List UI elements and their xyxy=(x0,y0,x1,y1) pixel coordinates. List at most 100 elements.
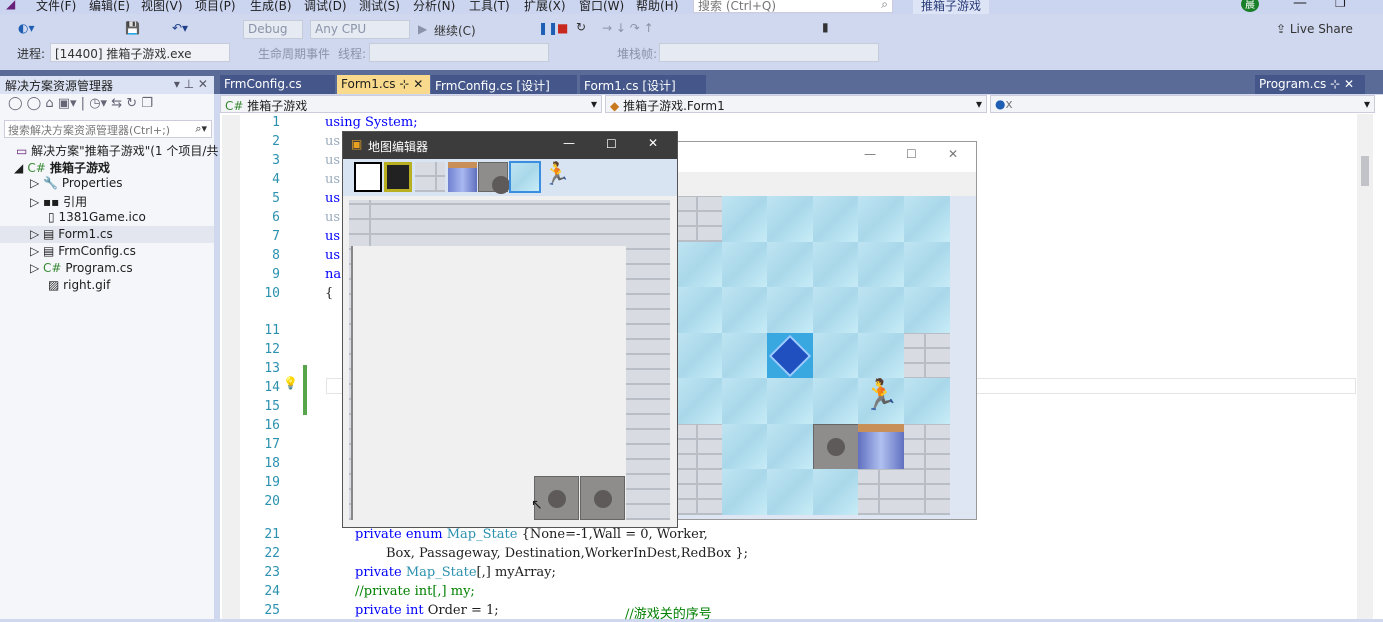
tree-label: 引用 xyxy=(63,195,88,209)
code-text: private xyxy=(355,565,406,580)
menu-tools[interactable]: 工具(T) xyxy=(469,0,510,14)
stop-icon[interactable]: ■ xyxy=(557,21,568,35)
floor-cell xyxy=(812,241,859,288)
menu-debug[interactable]: 调试(D) xyxy=(304,0,347,14)
code-text: Order = 1; xyxy=(427,603,499,618)
menu-extensions[interactable]: 扩展(X) xyxy=(524,0,566,14)
map-editor-window[interactable]: ▣ 地图编辑器 — ☐ ✕ 🏃 xyxy=(342,131,678,528)
close-icon[interactable]: ▾ ⊥ ✕ xyxy=(174,77,208,91)
floor-cell xyxy=(767,423,813,470)
menu-build[interactable]: 生成(B) xyxy=(250,0,292,14)
tab-form1-design[interactable]: Form1.cs [设计] xyxy=(580,75,706,94)
wall-tile-button[interactable] xyxy=(415,162,445,192)
stack-select[interactable] xyxy=(659,43,879,62)
platform-select[interactable]: Any CPU xyxy=(310,20,410,39)
box-tile-button[interactable] xyxy=(448,162,477,192)
line-number: 5 xyxy=(272,191,280,206)
menu-view[interactable]: 视图(V) xyxy=(141,0,183,14)
tree-label: 解决方案"推箱子游戏"(1 个项目/共 1 xyxy=(31,144,230,158)
tab-frmconfig-cs[interactable]: FrmConfig.cs xyxy=(220,75,335,94)
close-tab-icon[interactable]: ✕ xyxy=(413,77,423,91)
continue-button[interactable]: 继续(C) xyxy=(434,22,476,39)
process-select[interactable]: [14400] 推箱子游戏.exe xyxy=(50,43,230,62)
menu-help[interactable]: 帮助(H) xyxy=(636,0,678,14)
thread-select[interactable] xyxy=(369,43,549,62)
explorer-search-input[interactable]: 搜索解决方案资源管理器(Ctrl+;) ⌕▾ xyxy=(4,120,212,138)
maximize-button[interactable]: ☐ xyxy=(606,137,617,151)
wall-cell xyxy=(676,423,722,470)
menu-project[interactable]: 项目(P) xyxy=(195,0,236,14)
restart-icon[interactable]: ↻ xyxy=(576,20,586,34)
tree-frmconfig[interactable]: ▷ ▤ FrmConfig.cs xyxy=(30,244,136,258)
map-canvas[interactable] xyxy=(349,200,670,520)
tree-solution[interactable]: ▭ 解决方案"推箱子游戏"(1 个项目/共 1 xyxy=(16,142,230,159)
pause-icon[interactable]: ❚❚ xyxy=(538,21,558,35)
wrench-icon: 🔧 xyxy=(43,176,58,190)
game-board[interactable]: 🏃 xyxy=(676,196,950,515)
floor-cell xyxy=(858,241,904,288)
project-nav-select[interactable]: C# 推箱子游戏 ▾ xyxy=(220,95,602,113)
floor-cell xyxy=(812,378,859,424)
menu-test[interactable]: 测试(S) xyxy=(359,0,400,14)
save-icon[interactable]: 💾 xyxy=(125,21,140,35)
close-button[interactable]: ✕ xyxy=(648,136,658,150)
menu-file[interactable]: 文件(F) xyxy=(36,0,76,14)
line-number: 3 xyxy=(272,153,280,168)
line-number: 18 xyxy=(264,456,280,471)
floor-tile-button[interactable] xyxy=(509,161,541,193)
tab-frmconfig-design[interactable]: FrmConfig.cs [设计] xyxy=(431,75,577,94)
floor-cell xyxy=(767,378,813,424)
search-icon: ⌕▾ xyxy=(195,122,207,135)
vertical-scrollbar[interactable] xyxy=(1357,114,1373,619)
worker-cell: 🏃 xyxy=(858,378,904,424)
search-input[interactable]: 搜索 (Ctrl+Q) ⌕ xyxy=(693,0,893,13)
tree-properties[interactable]: ▷ 🔧 Properties xyxy=(30,176,122,190)
lightbulb-icon[interactable]: 💡 xyxy=(283,376,298,390)
explorer-toolbar[interactable]: ◯ ◯ ⌂ ▣▾ | ◷▾ ⇆ ↻ ❐ xyxy=(8,96,153,111)
tree-ico-file[interactable]: ▯ 1381Game.ico xyxy=(48,210,146,224)
member-nav-select[interactable]: ●x ▾ xyxy=(990,95,1375,113)
undo-icon[interactable]: ↶▾ xyxy=(172,21,188,35)
minimize-button[interactable]: — xyxy=(563,136,575,150)
tree-label: FrmConfig.cs xyxy=(58,244,136,258)
code-line-9: na xyxy=(325,267,342,282)
play-icon[interactable]: ▶ xyxy=(418,22,427,36)
menu-edit[interactable]: 编辑(E) xyxy=(89,0,130,14)
scrollbar-thumb[interactable] xyxy=(1361,156,1369,186)
menu-analyze[interactable]: 分析(N) xyxy=(413,0,455,14)
line-number: 1 xyxy=(272,115,280,130)
pin-icon[interactable]: ⊹ xyxy=(399,77,409,91)
minimize-button[interactable]: — xyxy=(1293,0,1307,11)
tab-program-cs[interactable]: Program.cs ⊹ ✕ xyxy=(1255,75,1365,94)
tab-label: Program.cs xyxy=(1259,77,1327,91)
tree-program[interactable]: ▷ C# Program.cs xyxy=(30,261,133,275)
tab-form1-cs[interactable]: Form1.cs ⊹ ✕ xyxy=(337,75,430,94)
lifecycle-events[interactable]: 生命周期事件 xyxy=(258,45,330,62)
close-button[interactable]: ✕ xyxy=(948,147,958,161)
new-file-icon[interactable] xyxy=(354,162,382,192)
tree-gif[interactable]: ▨ right.gif xyxy=(48,278,110,292)
config-select[interactable]: Debug xyxy=(243,20,303,39)
maximize-button[interactable]: ☐ xyxy=(906,147,917,161)
restore-button[interactable]: ❐ xyxy=(1335,0,1346,10)
search-placeholder: 搜索 (Ctrl+Q) xyxy=(698,0,777,13)
map-target-cell[interactable] xyxy=(580,476,625,520)
floor-cell xyxy=(676,241,722,288)
tree-references[interactable]: ▷ ▪▪ 引用 xyxy=(30,193,87,210)
target-tile-button[interactable] xyxy=(478,162,510,194)
class-nav-select[interactable]: ◆ 推箱子游戏.Form1 ▾ xyxy=(605,95,987,113)
minimize-button[interactable]: — xyxy=(864,147,876,161)
step-icons[interactable]: → ↓ ↷ ↑ xyxy=(602,21,654,35)
glyph-margin xyxy=(222,115,240,619)
menu-window[interactable]: 窗口(W) xyxy=(579,0,624,14)
live-share-button[interactable]: ⇪ Live Share xyxy=(1276,22,1353,36)
line-number: 8 xyxy=(272,248,280,263)
tree-project[interactable]: ◢ C# 推箱子游戏 xyxy=(14,159,110,176)
worker-tile-button[interactable]: 🏃 xyxy=(543,162,570,187)
back-icon[interactable]: ◐▾ xyxy=(18,21,35,35)
save-icon[interactable] xyxy=(384,162,412,192)
tree-form1[interactable]: ▷ ▤ Form1.cs xyxy=(30,227,113,241)
csharp-file-icon: C# xyxy=(43,261,62,275)
code-text: Map_State xyxy=(446,527,518,542)
bookmark-icon[interactable]: ▮ xyxy=(822,20,829,34)
